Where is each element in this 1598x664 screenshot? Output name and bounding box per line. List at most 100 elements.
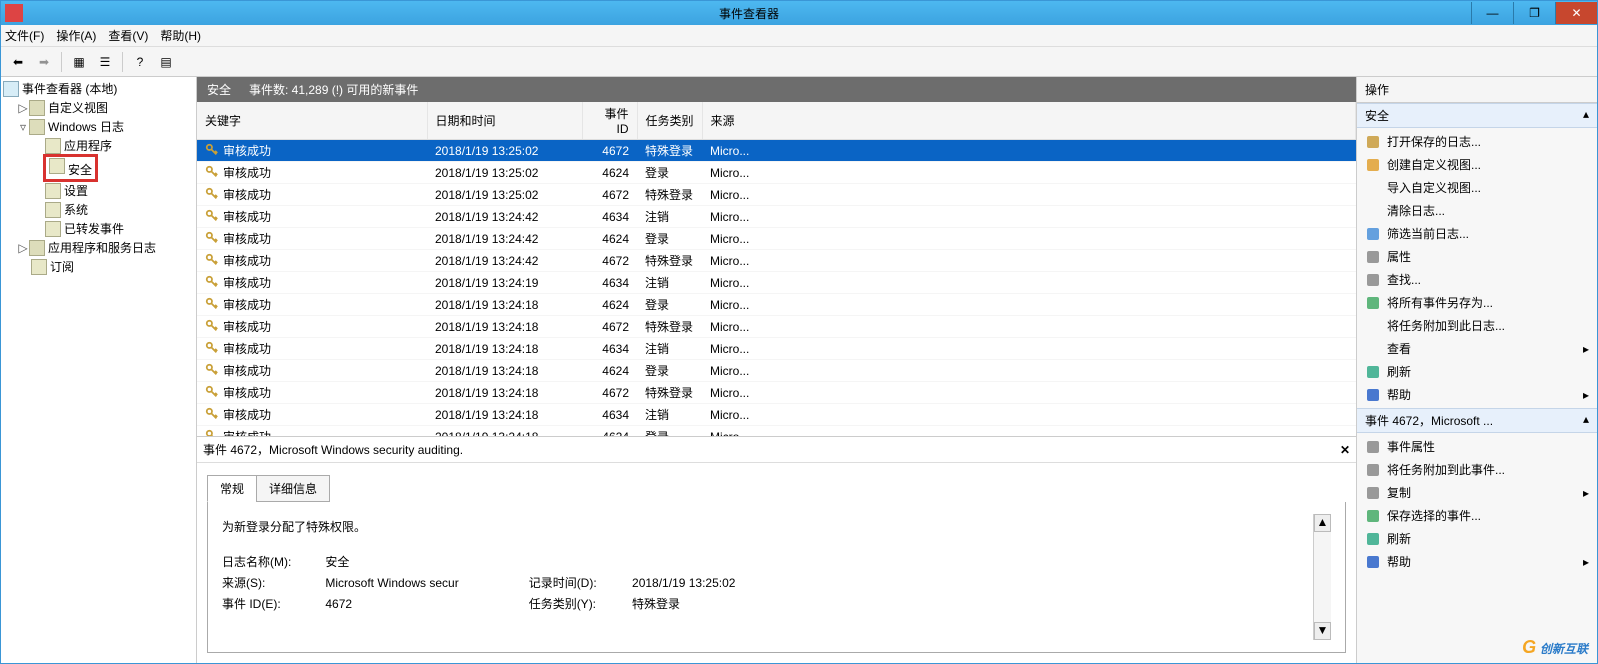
action-item[interactable]: 创建自定义视图... [1357,153,1597,176]
action-item[interactable]: 将任务附加到此日志... [1357,314,1597,337]
scroll-up-icon[interactable]: ▲ [1314,514,1331,532]
app-icon [5,4,23,22]
action-item[interactable]: 查找... [1357,268,1597,291]
log-icon [49,158,65,174]
actions-section-security[interactable]: 安全▴ [1357,103,1597,128]
table-row[interactable]: 审核成功2018/1/19 13:24:424634注销Micro... [197,206,1356,228]
table-row[interactable]: 审核成功2018/1/19 13:24:184624登录Micro... [197,294,1356,316]
table-row[interactable]: 审核成功2018/1/19 13:24:194634注销Micro... [197,272,1356,294]
menu-help[interactable]: 帮助(H) [160,27,201,44]
action-item[interactable]: 将任务附加到此事件... [1357,458,1597,481]
action-label: 筛选当前日志... [1387,225,1469,242]
folder-icon [29,119,45,135]
action-item[interactable]: 帮助▸ [1357,383,1597,406]
table-row[interactable]: 审核成功2018/1/19 13:24:184634注销Micro... [197,338,1356,360]
menu-view[interactable]: 查看(V) [108,27,148,44]
detail-body: 为新登录分配了特殊权限。 日志名称(M): 安全 来源(S): Microsof… [207,502,1346,653]
tree-custom-views[interactable]: 自定义视图 [48,99,108,116]
table-row[interactable]: 审核成功2018/1/19 13:24:424624登录Micro... [197,228,1356,250]
tree-security-highlighted[interactable]: 安全 [45,156,96,180]
table-row[interactable]: 审核成功2018/1/19 13:24:184624登录Micro... [197,426,1356,438]
log-icon [45,138,61,154]
detail-scrollbar[interactable]: ▲ ▼ [1313,514,1331,640]
col-event-id[interactable]: 事件 ID [582,102,637,140]
col-category[interactable]: 任务类别 [637,102,702,140]
minimize-button[interactable]: — [1471,2,1513,24]
chevron-up-icon: ▴ [1583,107,1589,124]
properties-button[interactable]: ☰ [94,51,116,73]
attach-icon [1365,462,1381,478]
detail-close-button[interactable]: ✕ [1340,443,1350,457]
tab-general[interactable]: 常规 [207,475,257,502]
save-icon [1365,508,1381,524]
close-button[interactable]: ✕ [1555,2,1597,24]
action-item[interactable]: 事件属性 [1357,435,1597,458]
show-tree-button[interactable]: ▦ [68,51,90,73]
menu-file[interactable]: 文件(F) [5,27,44,44]
action-item[interactable]: 保存选择的事件... [1357,504,1597,527]
action-label: 刷新 [1387,530,1411,547]
action-item[interactable]: 刷新 [1357,360,1597,383]
table-row[interactable]: 审核成功2018/1/19 13:24:184672特殊登录Micro... [197,382,1356,404]
action-item[interactable]: 帮助▸ [1357,550,1597,573]
forward-button[interactable]: ➡ [33,51,55,73]
tree-apps-services[interactable]: 应用程序和服务日志 [48,239,156,256]
action-item[interactable]: 将所有事件另存为... [1357,291,1597,314]
log-icon [45,221,61,237]
events-header-title: 安全 [207,81,231,98]
tree-windows-logs[interactable]: Windows 日志 [48,118,124,135]
table-row[interactable]: 审核成功2018/1/19 13:25:024672特殊登录Micro... [197,184,1356,206]
back-button[interactable]: ⬅ [7,51,29,73]
col-keyword[interactable]: 关键字 [197,102,427,140]
key-icon [205,143,219,157]
action-item[interactable]: 筛选当前日志... [1357,222,1597,245]
detail-header: 事件 4672，Microsoft Windows security audit… [197,437,1356,463]
actions-pane-title: 操作 [1357,77,1597,103]
twisty-icon[interactable]: ▷ [17,241,29,255]
detail-event-id-label: 事件 ID(E): [222,595,322,612]
table-row[interactable]: 审核成功2018/1/19 13:25:024672特殊登录Micro... [197,140,1356,162]
window-title: 事件查看器 [27,5,1471,22]
tree-root[interactable]: 事件查看器 (本地) [22,80,117,97]
tree-system[interactable]: 系统 [64,201,88,218]
table-row[interactable]: 审核成功2018/1/19 13:24:184634注销Micro... [197,404,1356,426]
table-row[interactable]: 审核成功2018/1/19 13:24:184624登录Micro... [197,360,1356,382]
action-item[interactable]: 属性 [1357,245,1597,268]
tab-details[interactable]: 详细信息 [256,475,330,502]
events-grid[interactable]: 关键字 日期和时间 事件 ID 任务类别 来源 审核成功2018/1/19 13… [197,102,1356,437]
scroll-track[interactable] [1314,532,1331,622]
col-datetime[interactable]: 日期和时间 [427,102,582,140]
scroll-down-icon[interactable]: ▼ [1314,622,1331,640]
navigation-tree[interactable]: 事件查看器 (本地) ▷ 自定义视图 ▿ Windows 日志 应用程序 安全 设置… [1,77,197,663]
action-item[interactable]: 查看▸ [1357,337,1597,360]
key-icon [205,385,219,399]
table-row[interactable]: 审核成功2018/1/19 13:25:024624登录Micro... [197,162,1356,184]
help-button[interactable]: ? [129,51,151,73]
tree-application[interactable]: 应用程序 [64,137,112,154]
blank-icon [1365,341,1381,357]
refresh-button[interactable]: ▤ [155,51,177,73]
chevron-right-icon: ▸ [1583,388,1589,402]
tree-setup[interactable]: 设置 [64,182,88,199]
log-icon [45,202,61,218]
action-item[interactable]: 清除日志... [1357,199,1597,222]
twisty-icon[interactable]: ▷ [17,101,29,115]
menu-action[interactable]: 操作(A) [56,27,96,44]
table-row[interactable]: 审核成功2018/1/19 13:24:184672特殊登录Micro... [197,316,1356,338]
chevron-right-icon: ▸ [1583,486,1589,500]
maximize-button[interactable]: ❐ [1513,2,1555,24]
action-label: 创建自定义视图... [1387,156,1481,173]
tree-subscriptions[interactable]: 订阅 [50,258,74,275]
action-item[interactable]: 刷新 [1357,527,1597,550]
action-label: 查找... [1387,271,1421,288]
col-source[interactable]: 来源 [702,102,1356,140]
tree-forwarded[interactable]: 已转发事件 [64,220,124,237]
twisty-icon[interactable]: ▿ [17,120,29,134]
action-item[interactable]: 复制▸ [1357,481,1597,504]
action-item[interactable]: 打开保存的日志... [1357,130,1597,153]
table-row[interactable]: 审核成功2018/1/19 13:24:424672特殊登录Micro... [197,250,1356,272]
refresh-icon [1365,364,1381,380]
find-icon [1365,272,1381,288]
action-item[interactable]: 导入自定义视图... [1357,176,1597,199]
actions-section-event[interactable]: 事件 4672，Microsoft ...▴ [1357,408,1597,433]
